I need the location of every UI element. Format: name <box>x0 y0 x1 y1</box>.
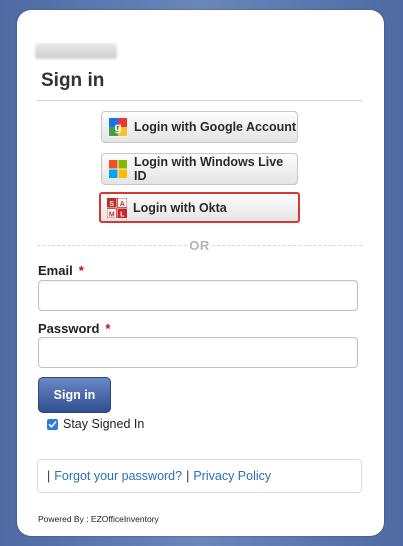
password-label-text: Password <box>38 321 100 336</box>
saml-icon: S A M L <box>107 197 127 218</box>
email-label-text: Email <box>38 263 73 278</box>
email-label: Email * <box>38 263 84 278</box>
windows-login-label: Login with Windows Live ID <box>134 155 284 183</box>
or-line-right <box>212 245 362 246</box>
email-required-marker: * <box>78 263 84 278</box>
google-login-label: Login with Google Account <box>134 120 297 134</box>
powered-by-text: Powered By : EZOfficeInventory <box>38 514 159 524</box>
password-label: Password * <box>38 321 110 336</box>
login-card: Sign in g Login with Google Account Logi… <box>17 10 384 536</box>
link-separator: | <box>186 469 190 483</box>
forgot-password-link[interactable]: Forgot your password? <box>54 469 182 483</box>
help-links: | Forgot your password? | Privacy Policy <box>37 459 362 493</box>
okta-login-button[interactable]: S A M L Login with Okta <box>99 192 300 223</box>
svg-text:g: g <box>114 120 121 134</box>
stay-signed-in-checkbox[interactable] <box>47 418 58 430</box>
password-required-marker: * <box>105 321 111 336</box>
windows-icon <box>109 160 127 178</box>
google-icon: g <box>108 117 128 137</box>
stay-signed-in-label: Stay Signed In <box>63 417 145 431</box>
company-logo <box>35 43 117 59</box>
saml-letter-s: S <box>109 200 114 207</box>
password-field[interactable] <box>38 337 358 368</box>
saml-letter-m: M <box>109 211 115 218</box>
checkmark-icon <box>48 420 57 428</box>
google-login-button[interactable]: g Login with Google Account <box>101 111 298 143</box>
saml-letter-l: L <box>120 211 125 218</box>
okta-login-label: Login with Okta <box>133 200 227 215</box>
page-title: Sign in <box>41 70 105 91</box>
windows-live-login-button[interactable]: Login with Windows Live ID <box>101 153 298 185</box>
privacy-policy-link[interactable]: Privacy Policy <box>193 469 271 483</box>
or-divider: OR <box>37 238 362 253</box>
sign-in-button[interactable]: Sign in <box>38 377 111 413</box>
link-separator-leading: | <box>47 469 51 483</box>
title-divider <box>37 100 362 101</box>
saml-letter-a: A <box>120 200 125 207</box>
stay-signed-in[interactable]: Stay Signed In <box>47 417 144 431</box>
email-field[interactable] <box>38 280 358 311</box>
